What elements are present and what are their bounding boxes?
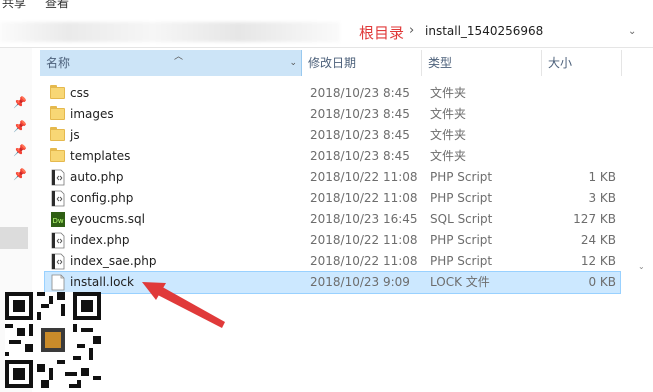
qr-code (5, 292, 101, 388)
